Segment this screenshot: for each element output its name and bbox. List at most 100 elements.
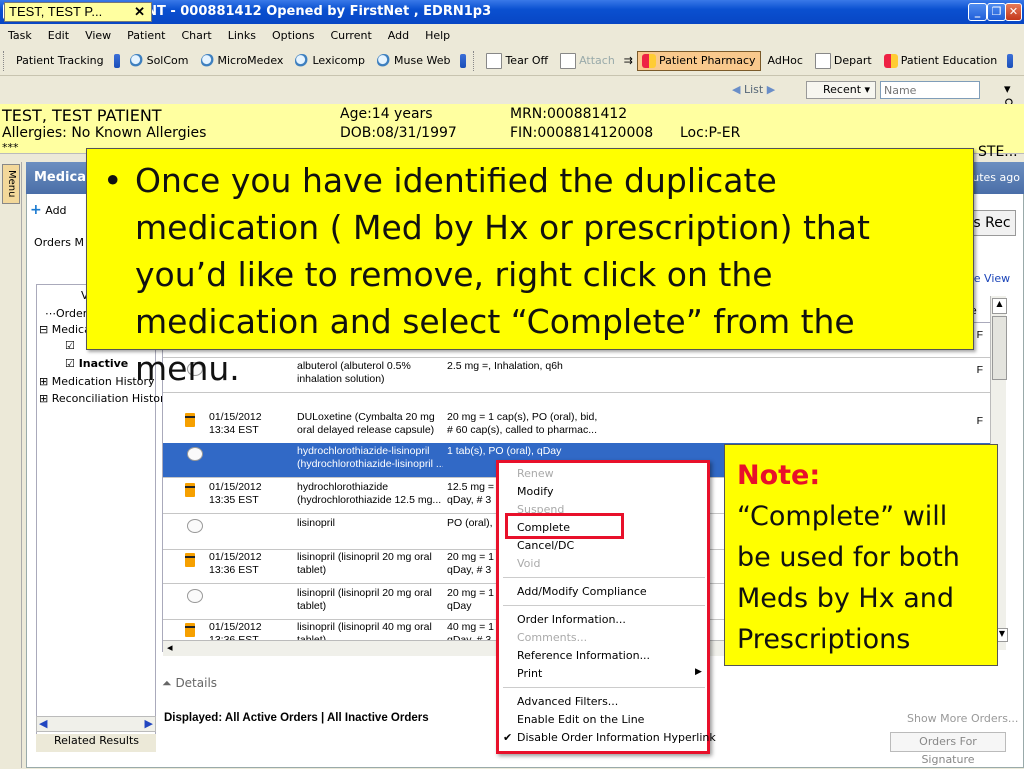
search-icon — [295, 53, 310, 68]
scroll-left-icon[interactable]: ◀ — [39, 717, 47, 730]
size-view-link[interactable]: ze View — [968, 272, 1010, 285]
order-details-cell: 20 mg = 1 cap(s), PO (oral), bid, # 60 c… — [447, 411, 598, 436]
tree-horizontal-scrollbar[interactable]: ◀ ▶ — [36, 716, 156, 732]
solcom-label: SolCom — [146, 54, 189, 67]
reconciliation-button[interactable]: s Rec — [968, 210, 1016, 236]
restore-button[interactable]: ❐ — [987, 3, 1006, 21]
name-search-input[interactable] — [880, 81, 980, 99]
solcom-button[interactable]: SolCom — [125, 51, 194, 71]
patient-education-button[interactable]: Patient Education — [879, 51, 1003, 71]
table-row[interactable]: 01/15/2012 13:34 EST DULoxetine (Cymbalta… — [163, 409, 993, 444]
menu-view[interactable]: View — [77, 29, 119, 42]
flag-cell: F — [976, 329, 983, 341]
med-history-icon — [187, 447, 203, 461]
order-date-cell: 01/15/2012 13:34 EST — [209, 411, 262, 436]
micromedex-label: MicroMedex — [217, 54, 284, 67]
order-date-cell: 01/15/2012 13:35 EST — [209, 481, 262, 506]
menu-chart[interactable]: Chart — [173, 29, 219, 42]
menu-separator — [503, 687, 705, 688]
submenu-arrow-icon: ▶ — [695, 667, 702, 677]
patient-tracking-label: Patient Tracking — [16, 54, 104, 67]
depart-icon — [814, 52, 831, 69]
patient-tab[interactable]: TEST, TEST P... ✕ — [4, 2, 152, 22]
tree-item-reconciliation-history[interactable]: ⊞ Reconciliation History — [39, 392, 171, 405]
search-icon — [377, 53, 391, 68]
attach-icon — [560, 52, 577, 69]
menu-patient[interactable]: Patient — [119, 29, 173, 42]
scroll-right-icon[interactable]: ▶ — [145, 717, 153, 730]
scroll-thumb[interactable] — [992, 316, 1007, 380]
medication-name-cell: hydrochlorothiazide-lisinopril (hydrochl… — [297, 445, 443, 470]
patient-tracking-button[interactable]: Patient Tracking — [11, 51, 109, 70]
menu-toggle[interactable]: Menu — [2, 164, 20, 204]
menu-help[interactable]: Help — [417, 29, 458, 42]
menu-links[interactable]: Links — [220, 29, 264, 42]
context-menu-item-order-information[interactable]: Order Information... — [517, 613, 626, 626]
tree-item-medications[interactable]: ⊟ Medica — [39, 323, 91, 336]
prescription-icon — [185, 623, 195, 637]
muse-web-label: Muse Web — [394, 54, 451, 67]
window-title-bar[interactable]: TEST, TEST PATIENT - 000881412 Opened by… — [0, 0, 1024, 24]
patient-pharmacy-button[interactable]: Patient Pharmacy — [637, 50, 761, 71]
table-row[interactable]: albuterol (albuterol 0.5% inhalation sol… — [163, 358, 993, 393]
context-menu-item-modify[interactable]: Modify — [517, 485, 553, 498]
toolbar-chevron[interactable] — [1007, 53, 1014, 68]
scroll-up-icon[interactable]: ▲ — [992, 298, 1007, 314]
menu-add[interactable]: Add — [380, 29, 417, 42]
muse-web-button[interactable]: Muse Web — [372, 51, 455, 71]
tree-item-label: Inactive — [78, 357, 129, 370]
checkmark-icon: ✔ — [503, 731, 513, 744]
prescription-icon — [185, 553, 195, 567]
back-arrow-icon[interactable]: ◀ — [732, 83, 740, 96]
depart-label: Depart — [833, 54, 872, 67]
minimize-button[interactable]: _ — [968, 3, 987, 21]
displayed-filter: Displayed: All Active Orders | All Inact… — [164, 712, 429, 724]
close-window-button[interactable]: ✕ — [1005, 3, 1022, 21]
medication-name-cell: hydrochlorothiazide (hydrochlorothiazide… — [297, 481, 442, 506]
tree-item-label: Medica — [51, 323, 91, 336]
tree-item-active[interactable]: ☑ — [65, 339, 75, 352]
context-menu-item-print[interactable]: Print — [517, 667, 542, 680]
list-nav[interactable]: ◀ List ▶ — [732, 83, 775, 96]
context-menu-item-enable-edit-on-the-line[interactable]: Enable Edit on the Line — [517, 713, 644, 726]
menu-current[interactable]: Current — [322, 29, 379, 42]
attach-button[interactable]: Attach — [555, 50, 620, 72]
context-menu-item-advanced-filters[interactable]: Advanced Filters... — [517, 695, 618, 708]
context-menu-item-disable-order-information-hyperlink[interactable]: Disable Order Information Hyperlink — [517, 731, 716, 744]
context-menu-item-comments: Comments... — [517, 631, 588, 644]
tear-off-icon — [486, 52, 503, 69]
related-results-tab[interactable]: Related Results — [36, 734, 156, 752]
forward-arrow-icon[interactable]: ▶ — [767, 83, 775, 96]
recent-dropdown[interactable]: Recent ▾ — [806, 81, 876, 99]
orders-tab[interactable]: Orders M — [34, 236, 84, 249]
close-tab-icon[interactable]: ✕ — [134, 3, 145, 21]
menu-edit[interactable]: Edit — [40, 29, 77, 42]
collapse-icon[interactable]: ⏶ — [162, 676, 172, 690]
toolbar-chevron[interactable] — [460, 53, 467, 68]
context-menu-item-add-modify-compliance[interactable]: Add/Modify Compliance — [517, 585, 647, 598]
depart-button[interactable]: Depart — [810, 50, 877, 72]
lexicomp-button[interactable]: Lexicomp — [290, 51, 370, 71]
order-details-cell: 2.5 mg =, Inhalation, q6h — [447, 360, 563, 372]
note-callout: Note: “Complete” will be used for both M… — [724, 444, 998, 666]
scroll-left-icon[interactable]: ◂ — [167, 641, 173, 654]
medication-name-cell: lisinopril — [297, 517, 335, 529]
toolbar-separator — [473, 50, 477, 71]
tear-off-button[interactable]: Tear Off — [481, 50, 553, 72]
exit-icon[interactable]: ⇉ — [622, 51, 635, 70]
context-menu-item-void: Void — [517, 557, 541, 570]
complete-highlight-box — [505, 513, 624, 539]
add-button[interactable]: + Add — [30, 202, 67, 218]
micromedex-button[interactable]: MicroMedex — [196, 51, 289, 71]
context-menu-item-cancel-dc[interactable]: Cancel/DC — [517, 539, 574, 552]
menu-task[interactable]: Task — [0, 29, 40, 42]
orders-for-signature-button[interactable]: Orders For Signature — [890, 732, 1006, 766]
menu-options[interactable]: Options — [264, 29, 322, 42]
patient-mrn: MRN:000881412 — [510, 106, 628, 122]
tree-item-inactive[interactable]: ☑ Inactive — [65, 357, 128, 370]
banner-right-fragment: STE... — [978, 144, 1018, 160]
adhoc-button[interactable]: AdHoc — [763, 51, 808, 70]
context-menu-item-reference-information[interactable]: Reference Information... — [517, 649, 650, 662]
toolbar-chevron[interactable] — [113, 53, 120, 68]
show-more-orders-link[interactable]: Show More Orders... — [907, 712, 1018, 725]
